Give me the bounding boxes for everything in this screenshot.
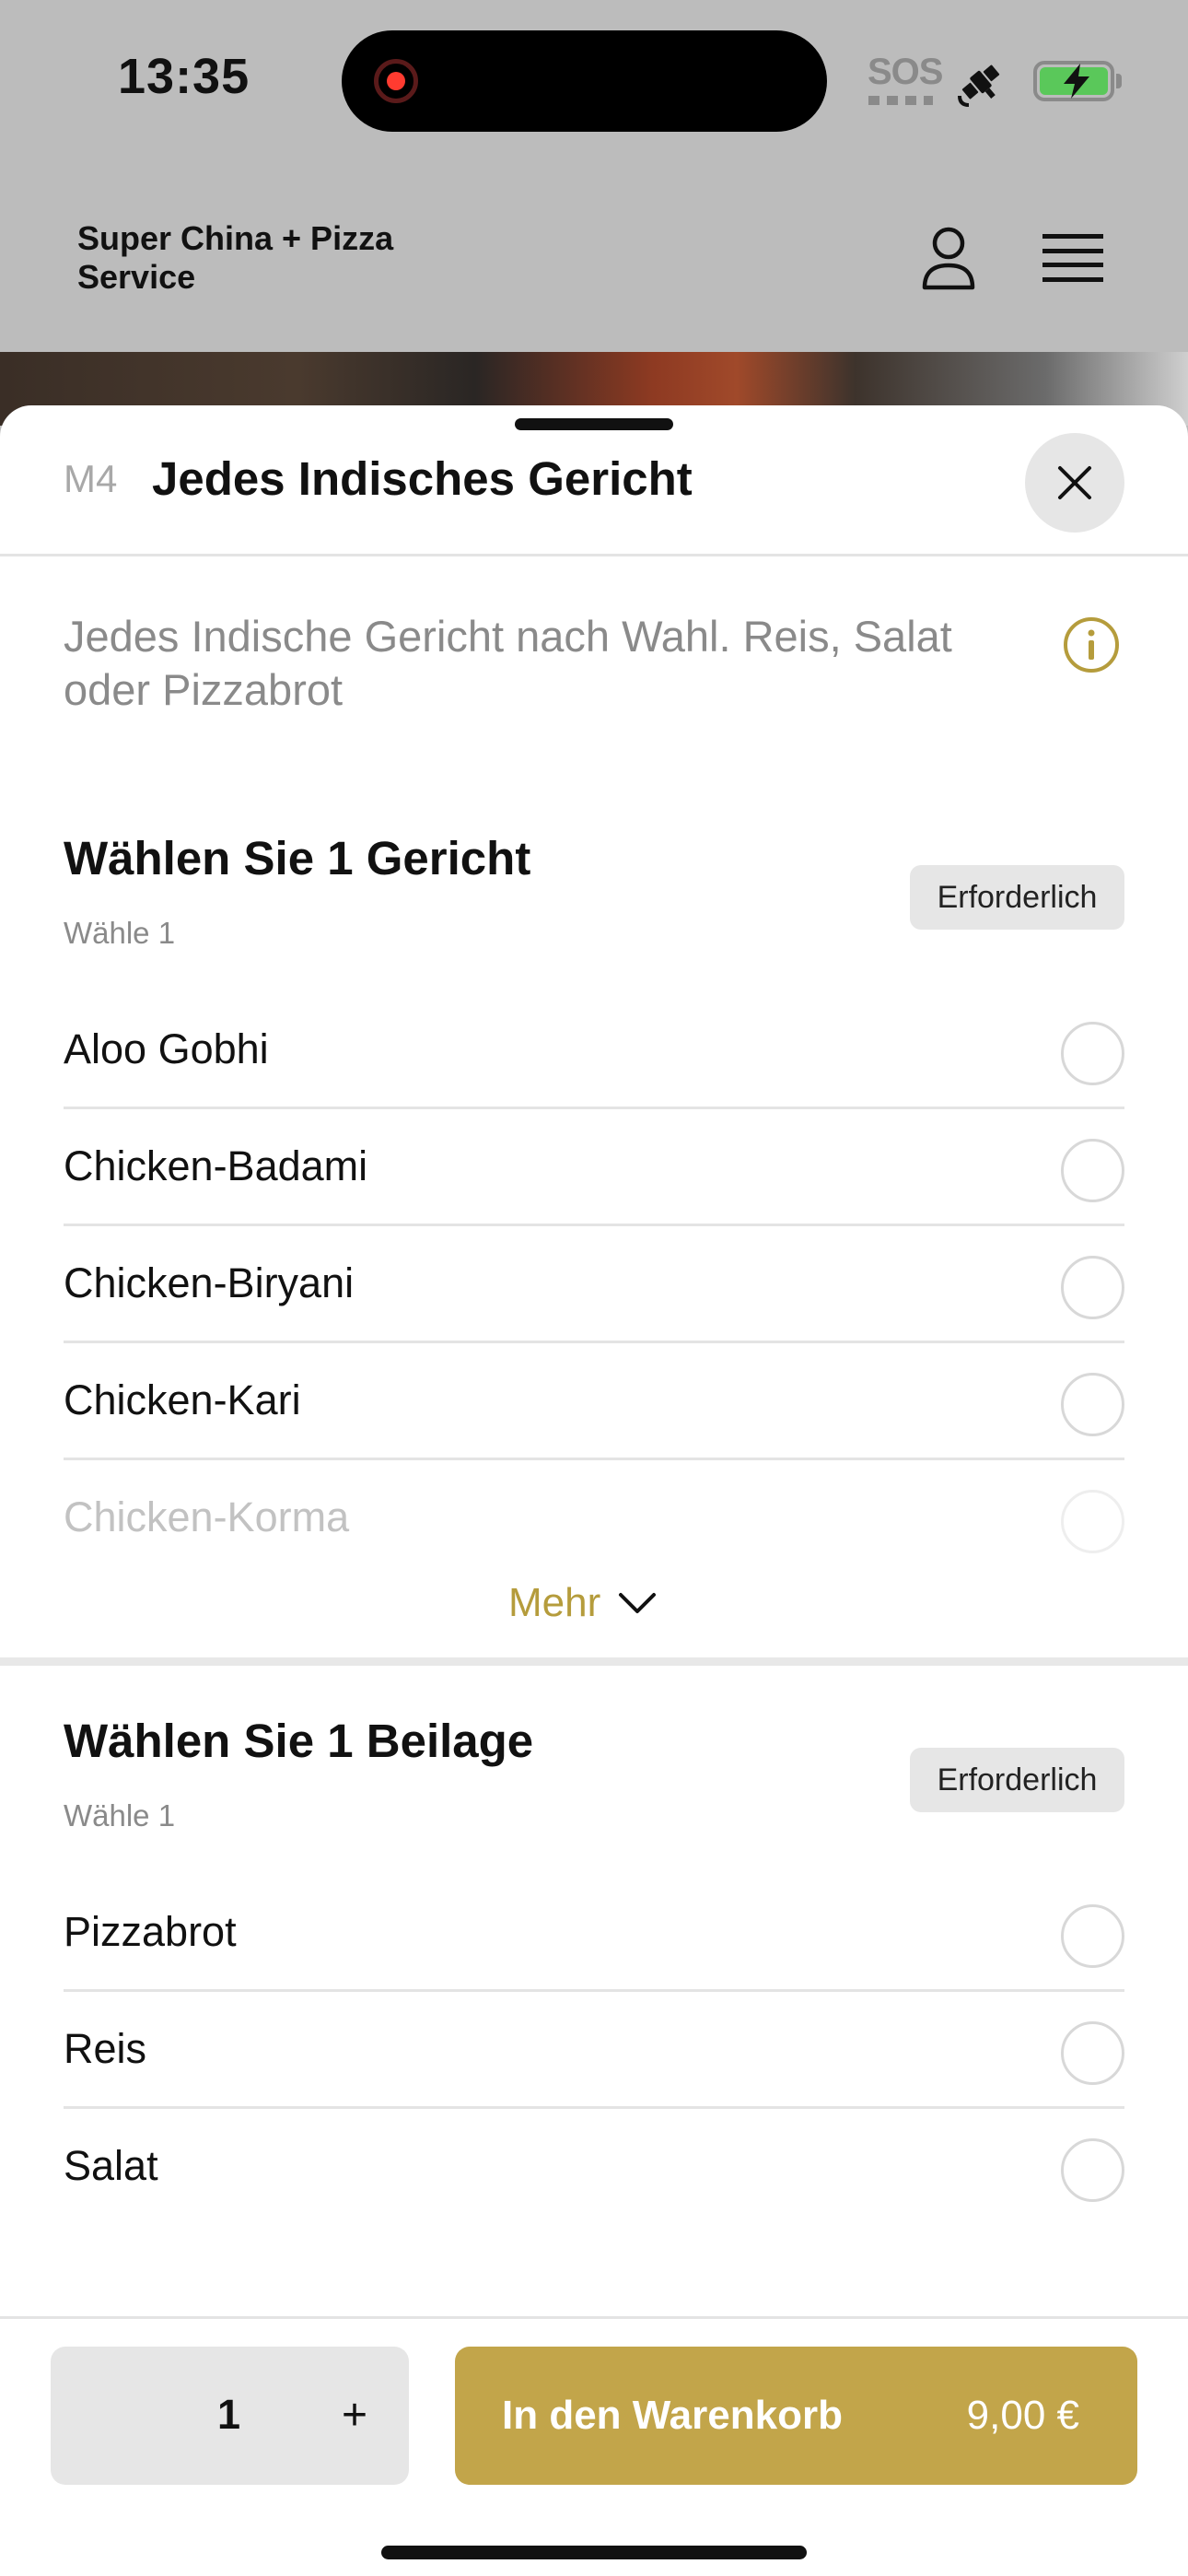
app-header: Super China + Pizza Service [0, 166, 1188, 352]
radio-button[interactable] [1061, 1490, 1124, 1553]
status-bar: 13:35 SOS [0, 0, 1188, 166]
option-label: Chicken-Kari [64, 1376, 301, 1423]
recording-indicator-icon [374, 59, 418, 103]
option-row[interactable]: Chicken-Kari [64, 1343, 1124, 1460]
option-label: Chicken-Korma [64, 1493, 350, 1540]
radio-button[interactable] [1061, 1022, 1124, 1085]
charging-bolt-icon [1064, 64, 1089, 99]
group-title-beilage: Wählen Sie 1 Beilage [64, 1715, 534, 1767]
radio-button[interactable] [1061, 1256, 1124, 1319]
option-label: Pizzabrot [64, 1908, 237, 1955]
required-badge: Erforderlich [910, 865, 1124, 930]
info-icon[interactable] [1062, 615, 1121, 674]
option-label: Aloo Gobhi [64, 1025, 269, 1072]
close-button[interactable] [1025, 433, 1124, 533]
radio-button[interactable] [1061, 2021, 1124, 2085]
profile-icon[interactable] [919, 225, 978, 291]
option-label: Salat [64, 2142, 158, 2189]
section-divider [0, 1657, 1188, 1666]
option-row[interactable]: Chicken-Biryani [64, 1226, 1124, 1343]
option-label: Chicken-Badami [64, 1142, 368, 1189]
sos-label: SOS [868, 52, 943, 92]
battery-tip [1116, 74, 1122, 88]
add-to-cart-button[interactable]: In den Warenkorb 9,00 € [455, 2347, 1137, 2485]
signal-dots-icon [868, 96, 933, 105]
restaurant-name[interactable]: Super China + Pizza Service [77, 219, 464, 297]
sheet-grabber[interactable] [515, 418, 673, 430]
more-label: Mehr [508, 1580, 601, 1625]
group-title-gericht: Wählen Sie 1 Gericht [64, 832, 531, 884]
required-badge: Erforderlich [910, 1748, 1124, 1812]
option-row[interactable]: Salat [64, 2109, 1124, 2226]
group-subtitle-beilage: Wähle 1 [64, 1798, 176, 1832]
option-label: Chicken-Biryani [64, 1259, 355, 1306]
item-code: M4 [64, 457, 118, 500]
radio-button[interactable] [1061, 1139, 1124, 1202]
quantity-stepper[interactable]: 1 + [51, 2347, 409, 2485]
group-subtitle-gericht: Wähle 1 [64, 916, 176, 950]
item-options-sheet: M4 Jedes Indisches Gericht Jedes Indisch… [0, 405, 1188, 2576]
satellite-icon [958, 64, 1000, 107]
option-row[interactable]: Chicken-Korma [64, 1460, 1124, 1577]
radio-button[interactable] [1061, 1904, 1124, 1968]
option-row[interactable]: Aloo Gobhi [64, 992, 1124, 1109]
close-icon [1058, 466, 1091, 499]
sheet-header: M4 Jedes Indisches Gericht [0, 405, 1188, 556]
option-row[interactable]: Chicken-Badami [64, 1109, 1124, 1226]
item-description: Jedes Indische Gericht nach Wahl. Reis, … [64, 612, 952, 714]
option-row[interactable]: Pizzabrot [64, 1875, 1124, 1992]
option-row[interactable]: Reis [64, 1992, 1124, 2109]
radio-button[interactable] [1061, 2138, 1124, 2202]
quantity-value: 1 [217, 2391, 241, 2438]
home-indicator[interactable] [381, 2546, 807, 2559]
item-title: Jedes Indisches Gericht [152, 452, 693, 505]
option-label: Reis [64, 2025, 147, 2072]
bottom-action-bar: 1 + In den Warenkorb 9,00 € [0, 2316, 1188, 2576]
battery-icon [1033, 61, 1114, 101]
price-label: 9,00 € [966, 2393, 1079, 2438]
hamburger-menu-icon[interactable] [1042, 230, 1103, 286]
chevron-down-icon [619, 1593, 657, 1613]
increment-button[interactable]: + [327, 2383, 382, 2448]
status-time: 13:35 [118, 49, 250, 104]
radio-button[interactable] [1061, 1373, 1124, 1436]
more-button[interactable]: Mehr [508, 1575, 658, 1631]
dynamic-island [342, 30, 827, 132]
add-to-cart-label: In den Warenkorb [502, 2393, 843, 2438]
